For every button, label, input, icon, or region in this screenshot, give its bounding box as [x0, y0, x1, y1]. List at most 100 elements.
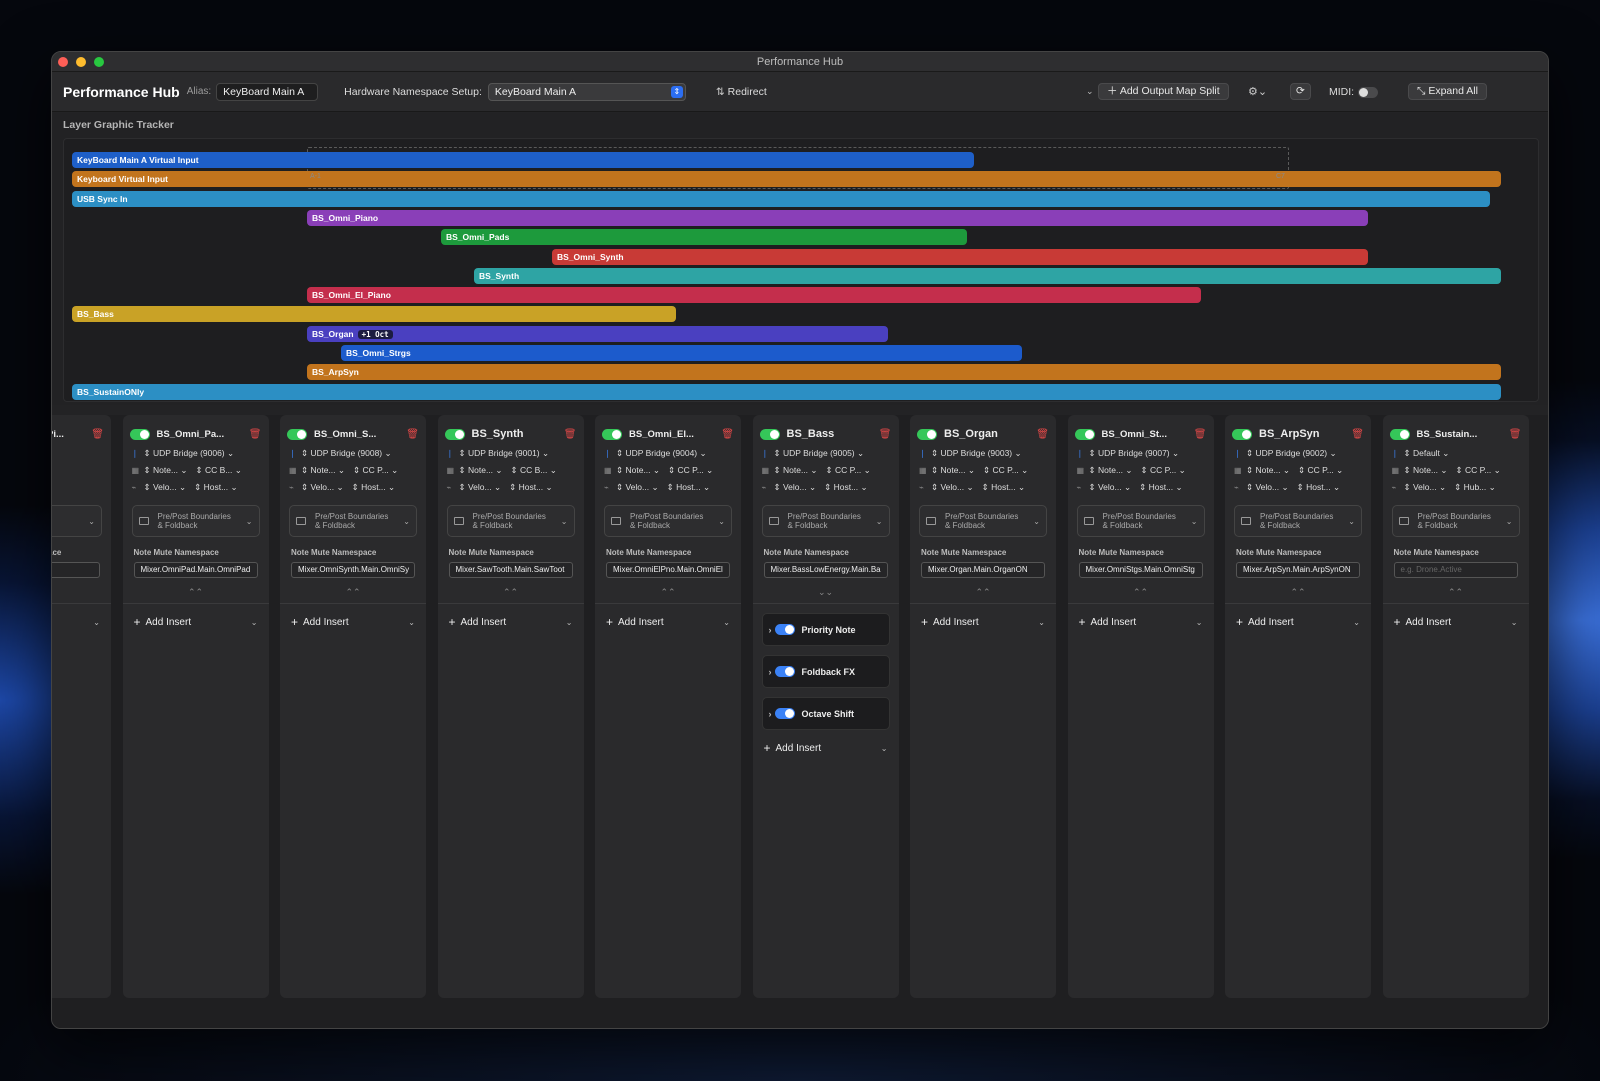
port-select[interactable]: ❘ ⇕ UDP Bridge (9002) ⌄: [1225, 445, 1371, 462]
chevron-down-icon[interactable]: ⌄: [1511, 618, 1518, 627]
collapse-icon[interactable]: ⌃⌃: [437, 587, 584, 604]
collapse-icon[interactable]: ⌃⌃: [1067, 587, 1214, 604]
layer-bar[interactable]: BS_Omni_Strgs: [341, 345, 1022, 361]
cc-select[interactable]: ⇕ CC P... ⌄: [826, 465, 871, 476]
note-select[interactable]: ⇕ Note... ⌄: [774, 465, 818, 476]
boundaries-select[interactable]: ndaries⌄: [52, 505, 102, 537]
zoom-window-button[interactable]: [94, 57, 104, 67]
collapse-icon[interactable]: ⌃⌃: [595, 587, 741, 604]
host-select[interactable]: ⇕ Hub... ⌄: [1454, 482, 1496, 493]
note-select[interactable]: ⇕ Note... ⌄: [1404, 465, 1448, 476]
layer-bar[interactable]: KeyBoard Main A Virtual Input: [72, 152, 974, 168]
boundaries-select[interactable]: Pre/Post Boundaries & Foldback ⌄: [131, 505, 260, 537]
note-select[interactable]: ⇕ Note... ⌄: [144, 465, 188, 476]
midi-toggle[interactable]: [1358, 87, 1378, 98]
port-select[interactable]: ❘ ⇕ UDP Bridge (9003) ⌄: [910, 445, 1056, 462]
chevron-down-icon[interactable]: ⌄: [723, 618, 730, 627]
trash-icon[interactable]: 🗑: [406, 429, 419, 440]
host-select[interactable]: ⇕ Host... ⌄: [1297, 482, 1341, 493]
chevron-down-icon[interactable]: ⌄: [251, 618, 258, 627]
trash-icon[interactable]: 🗑: [91, 429, 104, 440]
collapse-icon[interactable]: ⌃⌃: [122, 587, 269, 604]
enable-toggle[interactable]: [287, 428, 307, 440]
cc-select[interactable]: ⇕ CC B... ⌄: [511, 465, 557, 476]
cc-select[interactable]: ⇕ CC P... ⌄: [353, 465, 398, 476]
port-select[interactable]: ❘⇕ (9009) ⌄: [52, 445, 111, 462]
collapse-icon[interactable]: ⌃⌃: [52, 587, 111, 604]
velocity-select[interactable]: ⇕ Velo... ⌄: [459, 482, 502, 493]
insert-toggle[interactable]: [774, 666, 795, 677]
expand-icon[interactable]: ⌄⌄: [752, 587, 899, 604]
port-select[interactable]: ❘ ⇕ UDP Bridge (9008) ⌄: [280, 445, 426, 462]
minimize-window-button[interactable]: [76, 57, 86, 67]
chevron-down-icon[interactable]: ⌄: [1196, 618, 1203, 627]
layer-bar[interactable]: BS_SustainONly: [72, 383, 1501, 400]
trash-icon[interactable]: 🗑: [1351, 429, 1364, 440]
expand-all-button[interactable]: ⤡ Expand All: [1408, 83, 1487, 100]
note-mute-input[interactable]: e.g. Drone.Active: [1393, 562, 1518, 578]
namespace-select[interactable]: KeyBoard Main A ⇕: [487, 82, 686, 101]
layer-bar[interactable]: BS_ArpSyn: [307, 364, 1501, 381]
host-select[interactable]: ⇕ Host... ⌄: [194, 482, 238, 493]
insert-item[interactable]: › Octave Shift: [761, 697, 890, 730]
insert-toggle[interactable]: [774, 624, 795, 635]
cc-select[interactable]: ⇕ CC B... ⌄: [196, 465, 242, 476]
port-select[interactable]: ❘ ⇕ UDP Bridge (9005) ⌄: [753, 445, 899, 462]
cc-select[interactable]: ⇕ CC P... ⌄: [1298, 465, 1343, 476]
note-mute-input[interactable]: Mixer.OmniPad.Main.OmniPad: [133, 562, 258, 578]
enable-toggle[interactable]: [602, 428, 622, 440]
host-select[interactable]: ⇕ Host... ⌄: [824, 482, 868, 493]
enable-toggle[interactable]: [1389, 428, 1410, 440]
boundaries-select[interactable]: Pre/Post Boundaries & Foldback ⌄: [604, 505, 732, 537]
cc-select[interactable]: ⇕ CC P... ⌄: [983, 465, 1028, 476]
host-select[interactable]: ⇕ Host... ⌄: [982, 482, 1026, 493]
enable-toggle[interactable]: [1074, 428, 1095, 440]
enable-toggle[interactable]: [917, 428, 937, 440]
chevron-down-icon[interactable]: ⌄: [881, 744, 888, 753]
refresh-button[interactable]: ⟳: [1290, 83, 1311, 100]
add-insert-button[interactable]: + Add Insert ⌄: [438, 612, 584, 632]
chevron-down-icon[interactable]: ⌄: [566, 618, 573, 627]
enable-toggle[interactable]: [129, 428, 150, 440]
port-select[interactable]: ❘ ⇕ UDP Bridge (9001) ⌄: [438, 445, 584, 462]
layer-bar[interactable]: USB Sync In: [72, 190, 1490, 207]
trash-icon[interactable]: 🗑: [1509, 429, 1522, 440]
host-select[interactable]: ⇕ Host... ⌄: [352, 482, 396, 493]
note-mute-input[interactable]: Mixer.ArpSyn.Main.ArpSynON: [1236, 562, 1360, 578]
chevron-down-icon[interactable]: ⌄: [408, 618, 415, 627]
port-select[interactable]: ❘ ⇕ Default ⌄: [1383, 445, 1529, 462]
note-select[interactable]: ⇕ Note... ⌄: [616, 465, 660, 476]
host-select[interactable]: ⇕ Host... ⌄: [509, 482, 553, 493]
redirect-button[interactable]: ⇅ Redirect: [716, 86, 767, 98]
layer-bar[interactable]: BS_Omni_Pads: [441, 229, 967, 246]
velocity-select[interactable]: ⇕ Velo... ⌄: [1246, 482, 1289, 493]
add-insert-button[interactable]: + Add Insert ⌄: [910, 612, 1056, 632]
note-mute-input[interactable]: Mixer.OmniSynth.Main.OmniSy: [291, 562, 415, 578]
boundaries-select[interactable]: Pre/Post Boundaries & Foldback ⌄: [761, 505, 890, 537]
enable-toggle[interactable]: [759, 428, 780, 440]
layer-bar[interactable]: BS_Omni_Piano: [307, 209, 1368, 226]
layer-bar[interactable]: BS_Organ +1 Oct: [307, 325, 888, 342]
note-select[interactable]: ⇕ Note... ⌄: [459, 465, 503, 476]
add-insert-button[interactable]: + Add Insert ⌄: [280, 612, 426, 632]
layer-bar[interactable]: BS_Bass: [72, 306, 676, 323]
collapse-icon[interactable]: ⌃⌃: [1382, 587, 1529, 604]
note-select[interactable]: ⇕ Note... ⌄: [1089, 465, 1133, 476]
cc-select[interactable]: ⇕ CC P... ⌄: [668, 465, 713, 476]
insert-item[interactable]: › Foldback FX: [761, 655, 890, 688]
velocity-select[interactable]: ⇕ Velo... ⌄: [1089, 482, 1132, 493]
port-select[interactable]: ❘ ⇕ UDP Bridge (9007) ⌄: [1068, 445, 1214, 462]
note-mute-input[interactable]: Mixer.Organ.Main.OrganON: [921, 562, 1045, 578]
chevron-right-icon[interactable]: ›: [769, 625, 772, 635]
note-mute-input[interactable]: Mixer.BassLowEnergy.Main.Ba: [763, 562, 888, 578]
velocity-select[interactable]: ⇕ Velo... ⌄: [301, 482, 344, 493]
insert-item[interactable]: › Priority Note: [761, 613, 890, 646]
note-select[interactable]: ⇕ Note... ⌄: [1246, 465, 1290, 476]
layer-bar[interactable]: BS_Synth: [474, 267, 1501, 284]
velocity-select[interactable]: ⇕ Velo... ⌄: [931, 482, 974, 493]
add-insert-button[interactable]: + Add Insert ⌄: [595, 612, 741, 632]
close-window-button[interactable]: [58, 57, 68, 67]
note-mute-input[interactable]: Mixer.OmniElPno.Main.OmniEl: [606, 562, 730, 578]
boundaries-select[interactable]: Pre/Post Boundaries & Foldback ⌄: [1234, 505, 1362, 537]
enable-toggle[interactable]: [1232, 428, 1252, 440]
